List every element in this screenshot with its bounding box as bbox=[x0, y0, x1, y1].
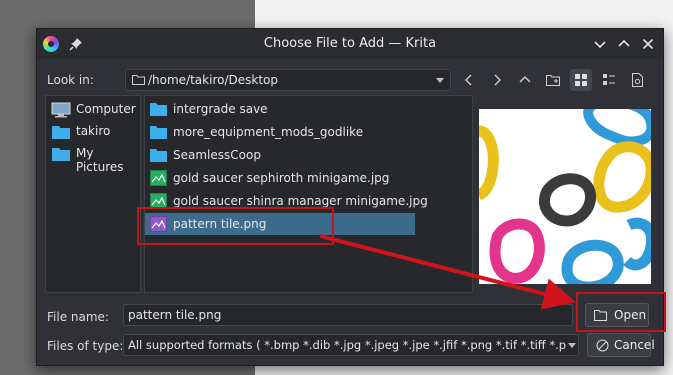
detail-view-button[interactable] bbox=[598, 69, 620, 91]
list-item[interactable]: intergrade save bbox=[145, 98, 415, 120]
folder-icon bbox=[150, 103, 167, 116]
file-name: intergrade save bbox=[173, 102, 268, 116]
place-label: takiro bbox=[76, 124, 111, 138]
file-dialog: Choose File to Add — Krita Look in: /hom… bbox=[36, 28, 664, 366]
new-folder-button[interactable] bbox=[542, 69, 564, 91]
file-list: intergrade save more_equipment_mods_godl… bbox=[144, 95, 473, 293]
file-name-input[interactable]: pattern tile.png bbox=[123, 304, 573, 326]
image-file-icon bbox=[150, 170, 167, 186]
computer-icon bbox=[51, 102, 71, 118]
file-name: SeamlessCoop bbox=[173, 148, 261, 162]
detail-view-icon bbox=[603, 74, 615, 85]
file-name-label: File name: bbox=[47, 310, 109, 324]
annotation-highlight-open bbox=[576, 292, 666, 332]
chevron-right-icon bbox=[494, 74, 501, 86]
window-title: Choose File to Add — Krita bbox=[263, 36, 437, 51]
folder-outline-icon bbox=[132, 75, 145, 85]
places-panel: Computer takiro My Pictures bbox=[45, 95, 141, 293]
image-preview bbox=[479, 109, 651, 284]
folder-icon bbox=[52, 126, 70, 139]
back-button[interactable] bbox=[458, 69, 480, 91]
pattern-preview-image bbox=[479, 109, 651, 284]
icon-view-button[interactable] bbox=[570, 69, 592, 91]
chevron-left-icon bbox=[465, 74, 472, 86]
cancel-icon bbox=[596, 339, 609, 352]
file-name: more_equipment_mods_godlike bbox=[173, 125, 364, 139]
cancel-button-label: Cancel bbox=[614, 338, 655, 352]
close-icon[interactable] bbox=[640, 36, 656, 52]
files-of-type-value: All supported formats ( *.bmp *.dib *.jp… bbox=[128, 338, 567, 352]
file-name: gold saucer sephiroth minigame.jpg bbox=[173, 171, 390, 185]
icon-view-icon bbox=[575, 74, 587, 86]
list-item[interactable]: gold saucer sephiroth minigame.jpg bbox=[145, 167, 415, 189]
folder-icon bbox=[150, 126, 167, 139]
place-computer[interactable]: Computer bbox=[50, 100, 142, 120]
files-of-type-label: Files of type: bbox=[47, 339, 124, 353]
chevron-down-icon[interactable] bbox=[592, 36, 608, 52]
preview-toggle-button[interactable] bbox=[626, 69, 648, 91]
list-item[interactable]: SeamlessCoop bbox=[145, 144, 415, 166]
title-bar: Choose File to Add — Krita bbox=[37, 29, 663, 59]
look-in-path: /home/takiro/Desktop bbox=[148, 73, 278, 87]
chevron-up-icon bbox=[519, 76, 531, 83]
dropdown-arrow-icon bbox=[436, 78, 444, 83]
preview-icon bbox=[632, 73, 643, 87]
chevron-up-icon[interactable] bbox=[616, 36, 632, 52]
folder-icon bbox=[150, 149, 167, 162]
dropdown-arrow-icon bbox=[568, 343, 576, 348]
file-name: gold saucer shinra manager minigame.jpg bbox=[173, 194, 428, 208]
place-takiro[interactable]: takiro bbox=[50, 122, 142, 142]
parent-folder-button[interactable] bbox=[514, 69, 536, 91]
cancel-button[interactable]: Cancel bbox=[587, 333, 655, 357]
look-in-label: Look in: bbox=[47, 73, 94, 87]
files-of-type-combo[interactable]: All supported formats ( *.bmp *.dib *.jp… bbox=[123, 334, 579, 356]
folder-icon bbox=[52, 148, 70, 161]
place-my-pictures[interactable]: My Pictures bbox=[50, 144, 142, 174]
forward-button[interactable] bbox=[486, 69, 508, 91]
new-folder-icon bbox=[546, 75, 560, 86]
annotation-highlight-file bbox=[137, 207, 334, 245]
place-label: My Pictures bbox=[76, 146, 124, 174]
list-item[interactable]: more_equipment_mods_godlike bbox=[145, 121, 415, 143]
look-in-combo[interactable]: /home/takiro/Desktop bbox=[125, 69, 451, 91]
place-label: Computer bbox=[76, 102, 136, 116]
